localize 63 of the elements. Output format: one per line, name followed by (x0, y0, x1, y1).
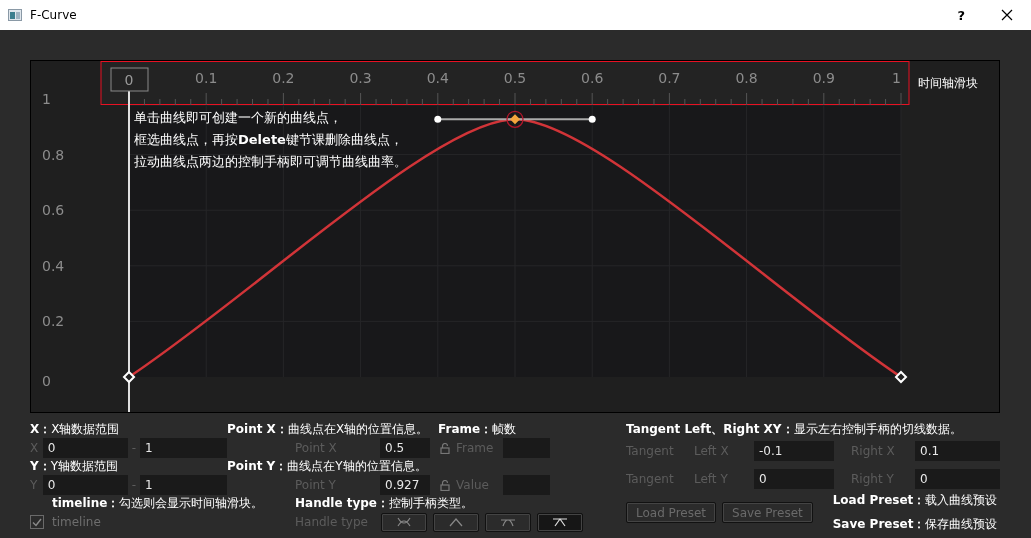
value-field[interactable]: -0.1 (754, 441, 834, 461)
max-field[interactable]: 1 (140, 438, 227, 458)
curve-shape-icon (552, 516, 568, 528)
axis-tick-label: 0 (42, 373, 51, 389)
axis-tick-label: 0.8 (735, 70, 758, 86)
axis-tick-label: 0.5 (503, 70, 527, 86)
axis-tick-label: 0.2 (42, 313, 65, 330)
help-note: Point X：曲线点在X轴的位置信息。 (227, 422, 429, 437)
help-note: Point Y：曲线点在Y轴的位置信息。 (227, 459, 427, 474)
axis-tick-label: 0.2 (272, 70, 295, 86)
handle-type-button[interactable] (433, 512, 479, 532)
min-field[interactable]: 0 (42, 438, 128, 458)
axis-tick-label: 0.7 (658, 70, 681, 86)
axis-tick-label: 0.6 (42, 202, 65, 219)
timeline-ruler[interactable] (100, 61, 910, 106)
help-note: Y：Y轴数据范围 (30, 459, 119, 474)
range-separator: - (131, 441, 136, 455)
value-field[interactable]: 0.1 (915, 441, 1000, 461)
help-note: Frame：帧数 (438, 422, 517, 437)
close-icon[interactable] (1001, 9, 1013, 21)
handle-type-button[interactable] (537, 512, 583, 532)
axis-tick-label: 0.4 (426, 70, 449, 86)
playhead-handle[interactable] (110, 67, 149, 92)
help-note: Handle type：控制手柄类型。 (295, 496, 473, 511)
playhead-value: 0 (124, 72, 134, 88)
handle-type-button[interactable] (485, 512, 531, 532)
window-title: F-Curve (30, 8, 78, 22)
curve-editor[interactable]: 0.1 0.2 0.3 0.4 0.5 0.6 0.7 0.8 0.9 1 0 0.2 0.4 0.6 0.8 1 0 单击曲线即可创建一个新的曲线点， 框选曲线点，再按Delete键节课删除曲线点， 拉动曲线点两边的控制手柄即可调节曲线曲率。 时间轴滑块 (30, 60, 1000, 413)
help-note: timeline：勾选则会显示时间轴滑块。 (52, 496, 264, 511)
curve-shape-icon (500, 516, 516, 528)
checkbox[interactable] (30, 515, 44, 529)
app-icon (8, 9, 22, 21)
help-note: Load Preset：载入曲线预设 (832, 493, 998, 508)
help-note: Tangent Left、Right XY：显示左右控制手柄的切线数据。 (626, 422, 962, 437)
lock-icon[interactable] (440, 479, 450, 491)
axis-tick-label: 0.9 (812, 70, 835, 86)
axis-tick-label: 1 (892, 70, 901, 86)
help-note: X：X轴数据范围 (30, 422, 120, 437)
help-button[interactable]: ? (957, 7, 965, 23)
min-field[interactable]: 0 (42, 475, 128, 495)
axis-tick-label: 0.4 (42, 257, 65, 274)
handle-type-button[interactable] (381, 512, 427, 532)
axis-tick-label: 0.3 (349, 70, 372, 86)
hint-text: 框选曲线点，再按Delete键节课删除曲线点， (134, 131, 404, 149)
value-field[interactable]: 0.927 (380, 475, 430, 495)
max-field[interactable]: 1 (140, 475, 227, 495)
lock-icon[interactable] (440, 442, 450, 454)
axis-tick-label: 0.6 (581, 70, 604, 86)
curve-shape-icon (448, 516, 464, 528)
curve-point[interactable] (506, 110, 524, 128)
axis-tick-label: 0.1 (195, 70, 218, 86)
hint-text: 单击曲线即可创建一个新的曲线点， (134, 109, 343, 127)
hint-text: 拉动曲线点两边的控制手柄即可调节曲线曲率。 (134, 153, 407, 171)
range-separator: - (131, 478, 136, 492)
curve-shape-icon (396, 516, 412, 528)
help-note: Save Preset：保存曲线预设 (832, 517, 998, 532)
axis-tick-label: 0.8 (42, 146, 65, 163)
value-field[interactable]: 0.5 (380, 438, 430, 458)
playhead-line[interactable] (128, 90, 130, 412)
timeline-label: 时间轴滑块 (918, 75, 978, 92)
value-field[interactable]: 0 (915, 469, 1000, 489)
value-field[interactable]: 0 (754, 469, 834, 489)
axis-tick-label: 1 (42, 91, 51, 107)
